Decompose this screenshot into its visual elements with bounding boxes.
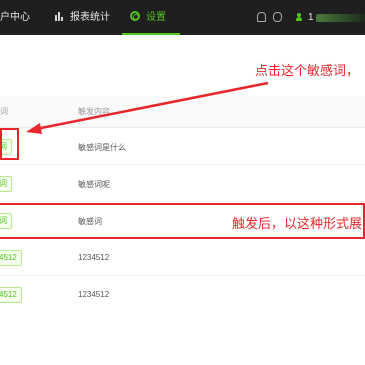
annotation-triggered-hint: 触发后，以这种形式展 — [232, 216, 363, 231]
annotation-click-hint: 点击这个敏感词， — [255, 63, 360, 78]
annotation-arrow-icon — [26, 81, 269, 134]
